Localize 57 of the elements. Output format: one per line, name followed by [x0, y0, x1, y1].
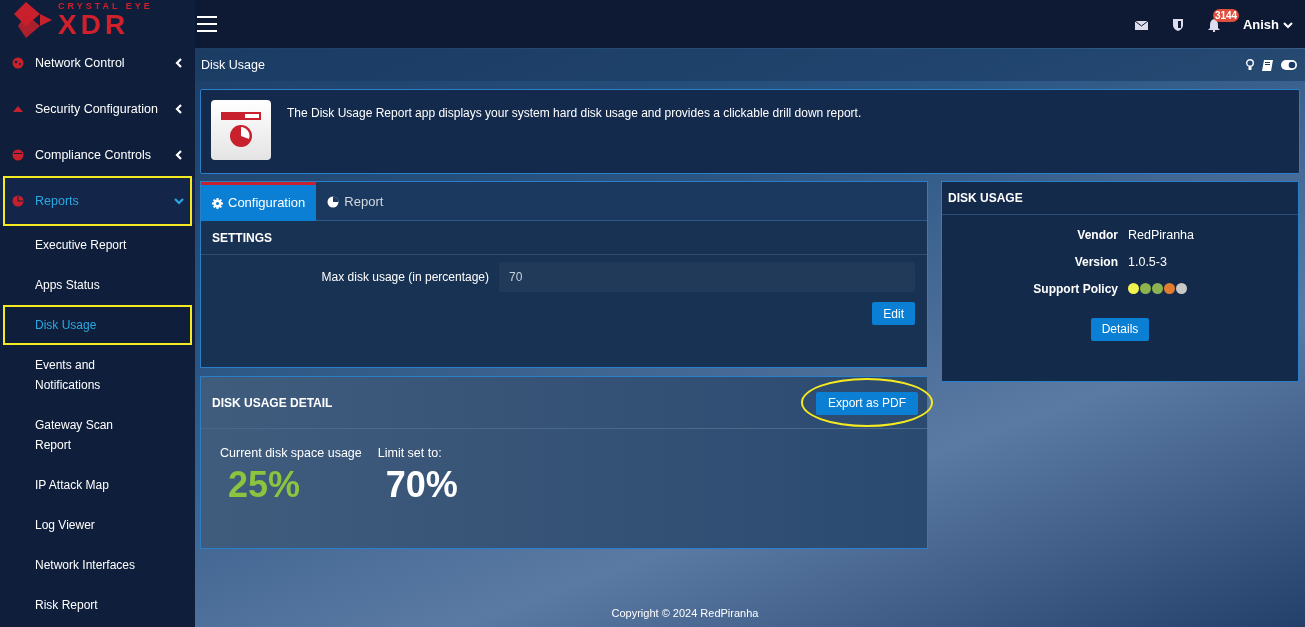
sidebar-item[interactable]: Reports — [0, 178, 195, 224]
sidebar-subitem[interactable]: Events and Notifications — [0, 345, 195, 405]
sidebar-subitem[interactable]: Gateway Scan Report — [0, 405, 195, 465]
copyright-text: Copyright © 2024 RedPiranha — [611, 605, 759, 621]
sidebar-subitem[interactable]: Network Interfaces — [0, 545, 195, 585]
mail-icon[interactable] — [1134, 20, 1148, 30]
globe-icon — [12, 57, 24, 69]
sidebar-item[interactable]: Compliance Controls — [0, 132, 195, 178]
toggle-icon[interactable] — [1281, 60, 1297, 70]
chevron-down-icon — [173, 195, 185, 207]
sidebar-subitem[interactable]: Log Viewer — [0, 505, 195, 545]
gear-icon — [212, 197, 223, 209]
bell-icon[interactable] — [1207, 18, 1220, 32]
sidebar-subitem[interactable]: Executive Report — [0, 225, 195, 265]
section-title: DISK USAGE — [948, 190, 1023, 207]
export-pdf-button[interactable]: Export as PDF — [815, 391, 918, 415]
pie-chart-icon — [327, 195, 340, 208]
disc-icon — [12, 149, 24, 161]
logo-tagline: CRYSTAL EYE — [58, 1, 153, 11]
disk-usage-app-icon — [211, 100, 271, 160]
chevron-left-icon — [173, 57, 185, 69]
stat-label: Limit set to: — [377, 445, 443, 462]
sidebar-subitem[interactable]: Apps Status — [0, 265, 195, 305]
sidebar-item[interactable]: Security Configuration — [0, 86, 195, 132]
sidebar-subitem[interactable]: IP Attack Map — [0, 465, 195, 505]
tab[interactable]: Report — [316, 182, 395, 221]
logo-wordmark: XDR — [58, 10, 130, 39]
page-title: Disk Usage — [201, 56, 266, 74]
section-title: SETTINGS — [212, 229, 272, 247]
chevron-left-icon — [173, 103, 185, 115]
chevron-down-icon — [1283, 21, 1293, 29]
stat-value: 25% — [227, 462, 302, 507]
field-label: Max disk usage (in percentage) — [320, 269, 490, 286]
edit-button[interactable]: Edit — [872, 302, 915, 325]
details-button[interactable]: Details — [1090, 317, 1150, 341]
info-label: Version — [1073, 254, 1118, 272]
stat-value: 70% — [384, 462, 458, 507]
tab[interactable]: Configuration — [201, 182, 317, 221]
notification-badge: 3144 — [1212, 8, 1240, 22]
user-menu[interactable]: Anish — [1242, 15, 1293, 35]
stat-label: Current disk space usage — [220, 445, 362, 462]
app-description: The Disk Usage Report app displays your system hard disk usage and provides a clickable drill down report. — [287, 105, 862, 122]
lightbulb-icon[interactable] — [1246, 59, 1254, 71]
info-label: Vendor — [1076, 227, 1118, 245]
pie-chart-icon — [12, 195, 24, 207]
info-value: RedPiranha — [1128, 227, 1195, 244]
shield-icon[interactable] — [1172, 19, 1183, 31]
book-icon[interactable] — [1262, 59, 1273, 71]
sidebar-subitem[interactable]: Risk Report — [0, 585, 195, 625]
sidebar-subitem[interactable]: Disk Usage — [0, 305, 195, 345]
section-title: DISK USAGE DETAIL — [212, 394, 334, 412]
chevron-left-icon — [173, 149, 185, 161]
menu-icon[interactable] — [197, 16, 217, 32]
info-value: 1.0.5-3 — [1128, 253, 1168, 271]
sidebar-item[interactable]: Network Control — [0, 40, 195, 86]
info-label: Support Policy — [1032, 280, 1118, 298]
max-disk-usage-field[interactable]: 70 — [499, 262, 915, 292]
